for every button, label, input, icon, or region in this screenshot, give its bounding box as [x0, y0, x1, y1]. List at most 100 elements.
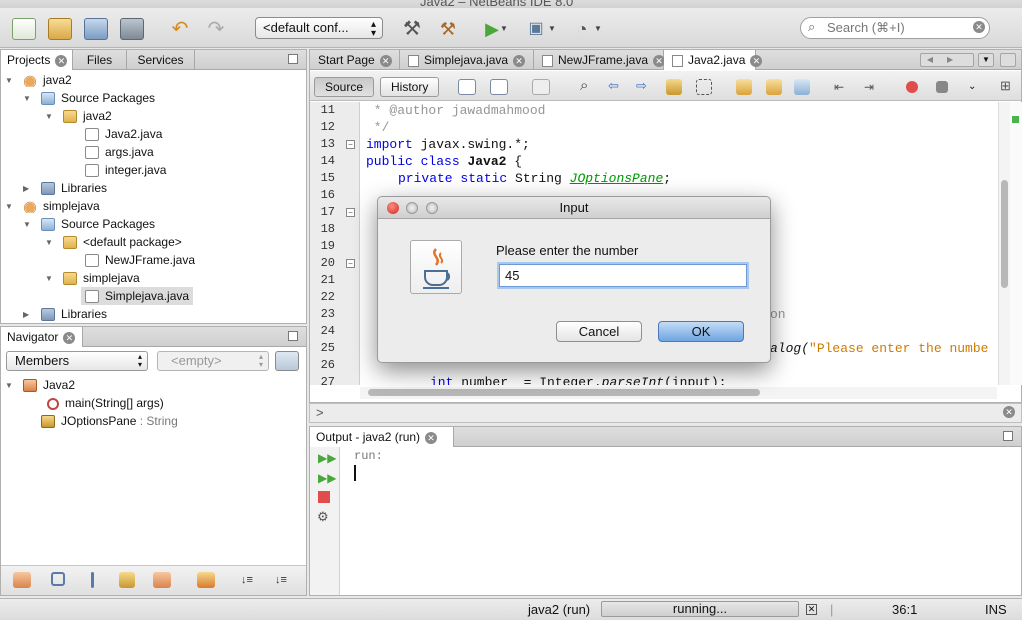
close-icon[interactable]: ✕ [379, 54, 392, 67]
tab-navigator[interactable]: Navigator ✕ [1, 327, 83, 347]
build-icon[interactable]: ⚒ [400, 18, 424, 40]
debug-dropdown-icon[interactable]: ▼ [548, 18, 560, 40]
vertical-scrollbar[interactable] [998, 102, 1010, 385]
profile-dropdown-icon[interactable]: ▼ [594, 18, 606, 40]
minimize-panel-icon[interactable] [288, 54, 298, 64]
close-icon[interactable]: ✕ [425, 431, 438, 444]
tree-node[interactable]: NewJFrame.java [85, 251, 195, 269]
lock-icon[interactable] [119, 572, 135, 588]
tree-node-selected[interactable]: Simplejava.java [81, 287, 194, 305]
save-all-icon[interactable] [120, 18, 144, 40]
tree-node[interactable]: ▼ Source Packages [23, 215, 155, 233]
filter-select[interactable]: <empty> ▴ ▾ [157, 351, 269, 371]
tree-node[interactable]: ▼ <default package> [45, 233, 182, 251]
maximize-editor-icon[interactable] [1000, 53, 1016, 67]
expanded-icon[interactable]: ▼ [5, 76, 14, 85]
back-icon[interactable] [490, 79, 508, 95]
minimize-panel-icon[interactable] [1003, 431, 1013, 441]
fold-icon[interactable]: − [346, 208, 355, 217]
expanded-icon[interactable]: ▼ [5, 381, 14, 390]
find-next-icon[interactable]: ⇨ [636, 77, 654, 95]
rerun-icon[interactable]: ▶▶ [318, 451, 336, 465]
stop-icon[interactable] [318, 491, 330, 503]
tab-files[interactable]: Files [73, 50, 127, 70]
configuration-select[interactable]: <default conf... ▴ ▾ [255, 17, 383, 39]
redo-icon[interactable]: ↷ [204, 18, 228, 40]
tree-node[interactable]: args.java [85, 143, 154, 161]
fold-icon[interactable]: − [346, 140, 355, 149]
expanded-icon[interactable]: ▼ [45, 112, 54, 121]
search-input[interactable]: ⌕ Search (⌘+I) ✕ [800, 17, 990, 39]
filter-fields-icon[interactable] [13, 572, 31, 588]
filter-nonpublic-icon[interactable] [91, 572, 94, 588]
filter-static-icon[interactable] [51, 572, 65, 586]
history-toggle[interactable]: History [380, 77, 440, 97]
rerun-with-params-icon[interactable]: ▶▶ [318, 471, 336, 485]
expanded-icon[interactable]: ▼ [45, 238, 54, 247]
scrollbar-thumb[interactable] [368, 389, 760, 396]
close-icon[interactable]: ✕ [513, 54, 526, 67]
previous-bookmark-icon[interactable] [736, 79, 752, 95]
ok-button[interactable]: OK [658, 321, 744, 342]
collapsed-icon[interactable]: ▶ [23, 310, 32, 319]
expand-icon[interactable]: > [316, 405, 324, 420]
tree-node[interactable]: integer.java [85, 161, 166, 179]
open-project-icon[interactable] [84, 18, 108, 40]
rect-select-icon[interactable] [696, 79, 712, 95]
close-icon[interactable]: ✕ [63, 331, 76, 344]
zoom-icon[interactable] [426, 202, 438, 214]
navigator-view-icon[interactable] [275, 351, 299, 371]
inherited-members-icon[interactable] [153, 572, 171, 588]
close-icon[interactable]: ✕ [55, 54, 68, 67]
sort-by-name-icon[interactable]: ↓≡ [241, 572, 257, 588]
clear-search-icon[interactable]: ✕ [973, 21, 985, 33]
nav-node[interactable]: ▼ Java2 [5, 376, 75, 394]
record-macro-icon[interactable] [906, 81, 918, 93]
close-icon[interactable]: ✕ [1003, 406, 1015, 418]
tree-node[interactable]: ▶ Libraries [23, 179, 107, 197]
toggle-highlight-icon[interactable] [666, 79, 682, 95]
horizontal-scrollbar[interactable] [360, 387, 997, 399]
stop-macro-icon[interactable] [936, 81, 948, 93]
run-dropdown-icon[interactable]: ▼ [500, 18, 512, 40]
shift-left-icon[interactable]: ⇤ [834, 79, 850, 95]
cancel-task-icon[interactable]: ✕ [806, 604, 817, 615]
expanded-icon[interactable]: ▼ [5, 202, 14, 211]
tab-start-page[interactable]: Start Page ✕ [310, 50, 400, 70]
tab-newjframe[interactable]: NewJFrame.java ✕ [534, 50, 666, 70]
tree-node[interactable]: ▼ simplejava [5, 197, 100, 215]
tab-scroll-buttons[interactable]: ◀▶ [920, 53, 974, 67]
number-input[interactable]: 45 [499, 264, 747, 287]
close-icon[interactable] [387, 202, 399, 214]
progress-bar[interactable]: running... [601, 601, 799, 617]
new-file-icon[interactable] [12, 18, 36, 40]
more-tools-icon[interactable]: ⌄ [968, 79, 980, 95]
new-project-icon[interactable] [48, 18, 72, 40]
tab-projects[interactable]: Projects ✕ [1, 50, 73, 70]
toggle-bookmark-icon[interactable] [794, 79, 810, 95]
debug-icon[interactable]: ▣ [524, 18, 548, 40]
tab-simplejava[interactable]: Simplejava.java ✕ [400, 50, 534, 70]
find-previous-icon[interactable]: ⇦ [608, 77, 626, 95]
sort-by-source-icon[interactable]: ↓≡ [275, 572, 291, 588]
split-view-icon[interactable]: ⊞ [1000, 79, 1014, 93]
expanded-icon[interactable]: ▼ [23, 220, 32, 229]
tree-node[interactable]: ▼ java2 [5, 71, 72, 89]
scrollbar-thumb[interactable] [1001, 180, 1008, 288]
collapsed-icon[interactable]: ▶ [23, 184, 32, 193]
tab-java2[interactable]: Java2.java ✕ [664, 50, 763, 70]
nav-node[interactable]: main(String[] args) [47, 394, 164, 412]
find-icon[interactable]: ⌕ [580, 77, 598, 95]
tree-node[interactable]: Java2.java [85, 125, 162, 143]
close-icon[interactable]: ✕ [750, 54, 763, 67]
minimize-icon[interactable] [406, 202, 418, 214]
cancel-button[interactable]: Cancel [556, 321, 642, 342]
expanded-icon[interactable]: ▼ [45, 274, 54, 283]
fold-icon[interactable]: − [346, 259, 355, 268]
tab-services[interactable]: Services [127, 50, 195, 70]
show-fqn-icon[interactable] [197, 572, 215, 588]
tree-node[interactable]: ▶ Libraries [23, 305, 107, 323]
source-toggle[interactable]: Source [314, 77, 375, 97]
tree-node[interactable]: ▼ Source Packages [23, 89, 155, 107]
expanded-icon[interactable]: ▼ [23, 94, 32, 103]
